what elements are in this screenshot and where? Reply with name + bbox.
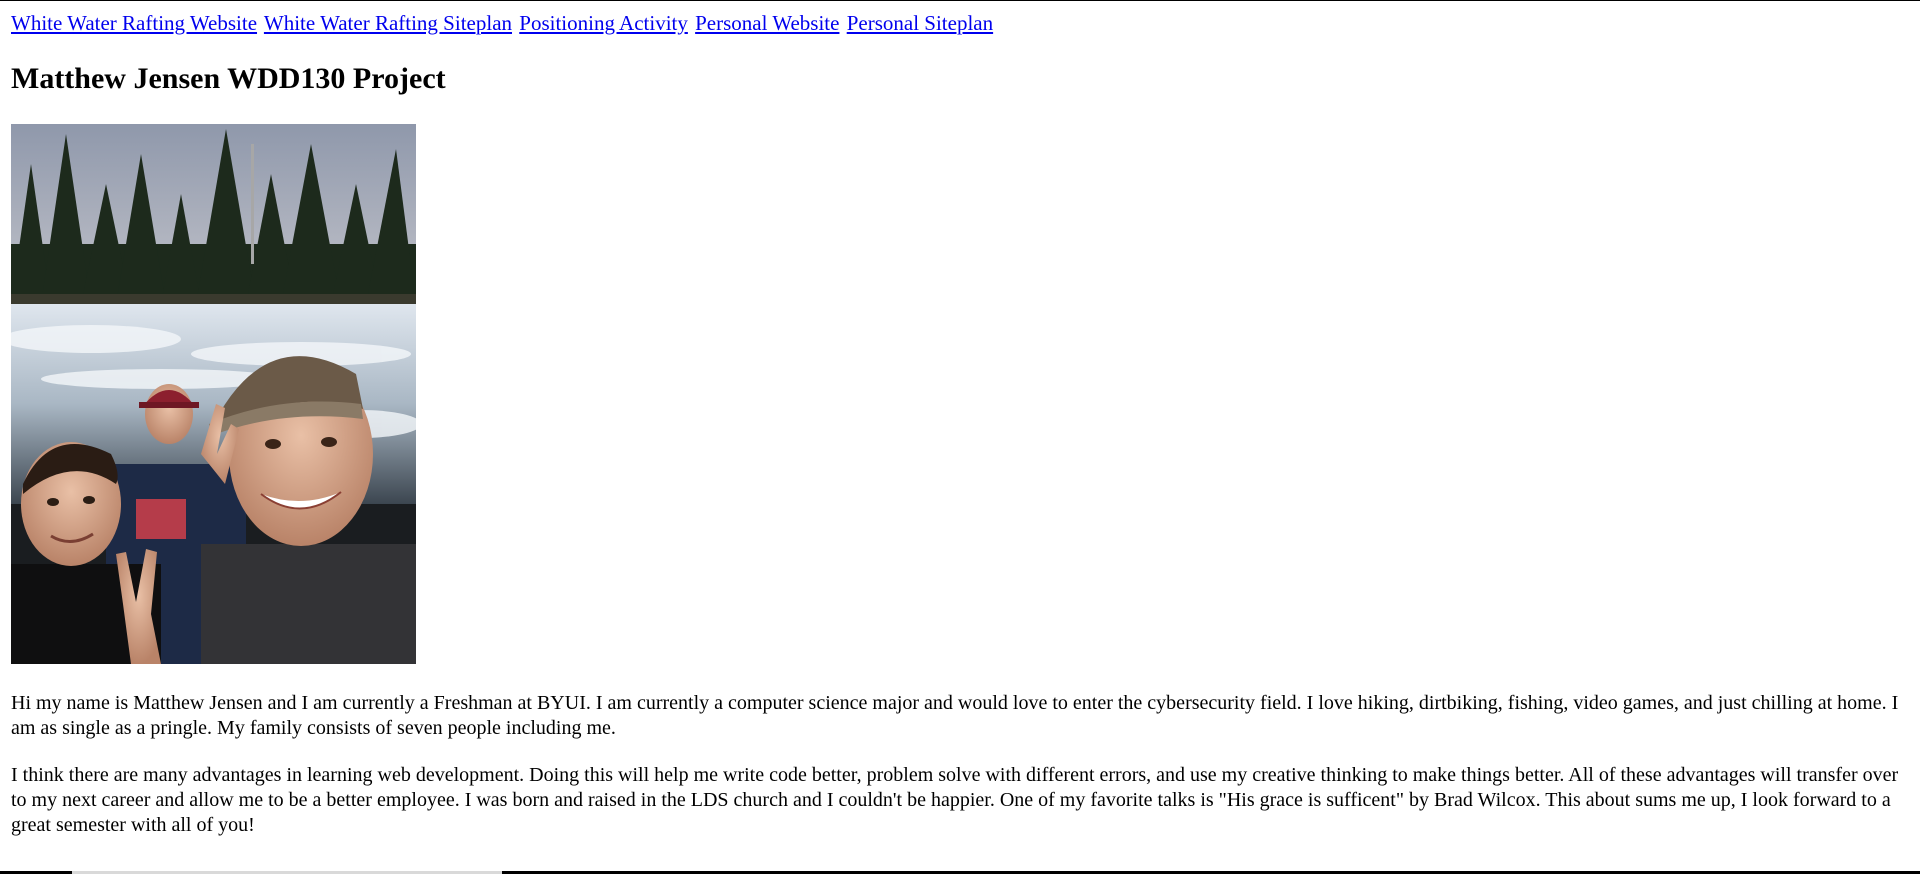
top-border: [0, 0, 1920, 1]
group-selfie-photo: [11, 124, 416, 664]
advantages-paragraph: I think there are many advantages in lea…: [11, 764, 1899, 836]
nav-link-personal-siteplan[interactable]: Personal Siteplan: [847, 11, 993, 35]
nav-link-positioning-activity[interactable]: Positioning Activity: [519, 11, 688, 35]
nav-link-white-water-rafting-website[interactable]: White Water Rafting Website: [11, 11, 257, 35]
page-title: Matthew Jensen WDD130 Project: [11, 62, 446, 95]
nav-link-white-water-rafting-siteplan[interactable]: White Water Rafting Siteplan: [264, 11, 512, 35]
site-nav: White Water Rafting Website White Water …: [11, 8, 1911, 38]
intro-paragraph: Hi my name is Matthew Jensen and I am cu…: [11, 692, 1899, 739]
page-content: White Water Rafting Website White Water …: [11, 8, 1911, 838]
nav-link-personal-website[interactable]: Personal Website: [695, 11, 839, 35]
